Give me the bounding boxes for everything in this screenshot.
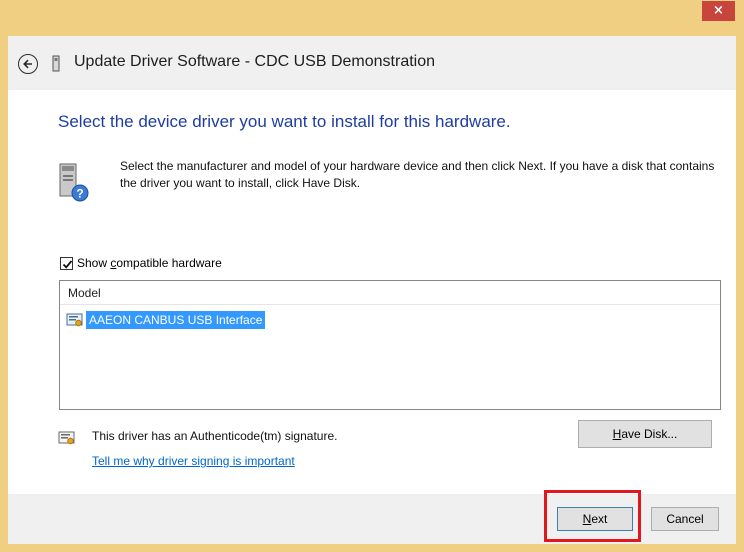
dialog-window: × Update Driver Software - CDC USB Demon… — [0, 0, 744, 552]
model-list[interactable]: Model AAEON CANBUS USB Interface — [59, 280, 721, 410]
show-compatible-label[interactable]: Show compatible hardware — [77, 256, 222, 270]
certificate-icon — [66, 312, 84, 328]
close-button[interactable]: × — [702, 1, 735, 21]
have-disk-button[interactable]: Have Disk... — [578, 420, 712, 448]
back-arrow-icon[interactable] — [18, 54, 38, 74]
certificate-icon — [58, 430, 76, 446]
show-compatible-checkbox[interactable] — [60, 257, 73, 270]
page-heading: Select the device driver you want to ins… — [58, 112, 511, 131]
signature-status-text: This driver has an Authenticode(tm) sign… — [92, 429, 338, 443]
model-item-label[interactable]: AAEON CANBUS USB Interface — [86, 311, 266, 329]
usb-device-icon — [50, 55, 62, 73]
driver-signing-link[interactable]: Tell me why driver signing is important — [92, 454, 295, 468]
window-title: Update Driver Software - CDC USB Demonst… — [74, 53, 436, 70]
svg-text:?: ? — [76, 187, 83, 201]
instructions-text: Select the manufacturer and model of you… — [120, 159, 715, 190]
highlight-box — [544, 490, 641, 542]
hardware-help-icon: ? — [50, 160, 94, 204]
title-bar: × — [0, 0, 744, 36]
button-bar: Next Cancel — [8, 490, 736, 544]
model-column-header[interactable]: Model — [60, 281, 720, 305]
cancel-button[interactable]: Cancel — [651, 507, 719, 531]
wizard-header: Update Driver Software - CDC USB Demonst… — [8, 36, 736, 90]
wizard-content: Select the device driver you want to ins… — [8, 90, 736, 494]
